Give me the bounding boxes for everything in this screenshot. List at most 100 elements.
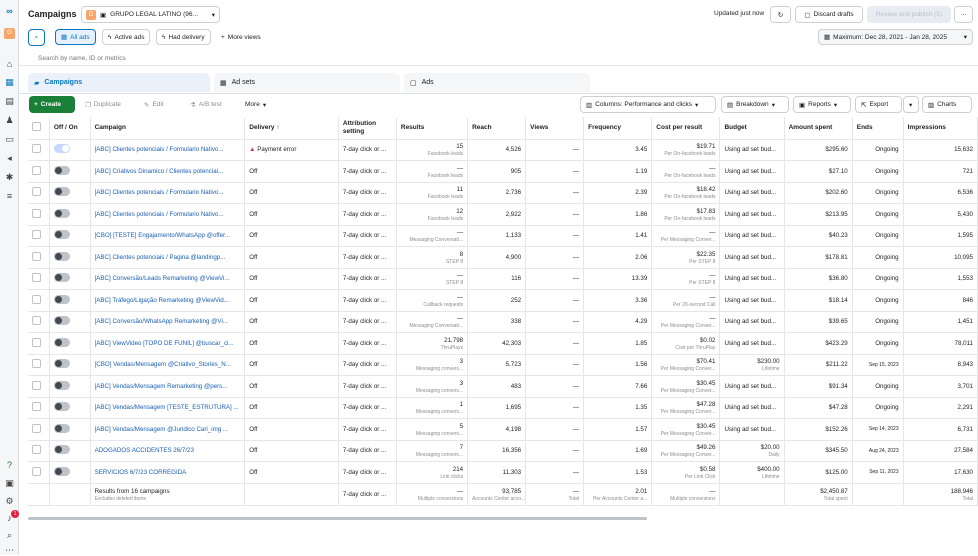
- row-toggle-cell[interactable]: [49, 461, 91, 484]
- campaign-name[interactable]: [ABC] Vendas/Mensagem @Juridico Cari_img…: [90, 418, 246, 441]
- billing-icon[interactable]: ▭: [4, 134, 15, 145]
- row-checkbox[interactable]: [32, 165, 41, 175]
- audiences-icon[interactable]: ♟: [4, 115, 15, 126]
- row-toggle-cell[interactable]: [49, 139, 91, 161]
- header-campaign[interactable]: Campaign: [90, 117, 246, 140]
- table-row[interactable]: [ABC] Vendas/Mensagem [TESTE_ESTRUTURA] …: [28, 397, 978, 419]
- campaign-name[interactable]: [ABC] Clientes potenciais / Pagina @land…: [90, 246, 246, 269]
- campaign-name[interactable]: [ABC] Vendas/Mensagem Remarketing @pers.…: [90, 375, 246, 398]
- row-select-cell[interactable]: [28, 139, 50, 161]
- campaign-name[interactable]: SERVICIOS 6/7/23 CORREGIDA: [90, 461, 246, 484]
- row-select-cell[interactable]: [28, 397, 50, 419]
- more-icon[interactable]: ⋯: [4, 545, 15, 556]
- date-range-picker[interactable]: ▦ Maximum: Dec 28, 2021 - Jan 28, 2025 ▾: [818, 29, 973, 45]
- on-off-toggle[interactable]: [53, 208, 70, 218]
- menu-icon[interactable]: ≡: [4, 191, 15, 202]
- row-toggle-cell[interactable]: [49, 440, 91, 462]
- campaign-name[interactable]: [ABC] Clientes potenciais / Formulario N…: [90, 139, 246, 161]
- table-row[interactable]: [ABC] Clientes potenciais / Formulario N…: [28, 139, 978, 161]
- ab-test-button[interactable]: ⚗ A/B test: [185, 96, 227, 113]
- table-row[interactable]: [ABC] Clientes potenciais / Formulario N…: [28, 182, 978, 204]
- export-dropdown-button[interactable]: ▾: [903, 96, 919, 113]
- row-toggle-cell[interactable]: [49, 289, 91, 312]
- row-checkbox[interactable]: [32, 208, 41, 218]
- row-checkbox[interactable]: [32, 445, 41, 455]
- search-input[interactable]: [38, 52, 438, 64]
- row-select-cell[interactable]: [28, 182, 50, 204]
- header-cost-per-result[interactable]: Cost per result: [651, 117, 721, 140]
- header-select-all[interactable]: [28, 117, 50, 140]
- row-toggle-cell[interactable]: [49, 203, 91, 226]
- row-select-cell[interactable]: [28, 289, 50, 312]
- row-checkbox[interactable]: [32, 466, 41, 476]
- row-checkbox[interactable]: [32, 337, 41, 347]
- table-icon[interactable]: ▦: [4, 77, 15, 88]
- table-row[interactable]: [ABC] ViewVideo [TOPO DE FUNIL] @buscar_…: [28, 332, 978, 355]
- row-select-cell[interactable]: [28, 375, 50, 398]
- header-views[interactable]: Views: [525, 117, 585, 140]
- tab-ad-sets[interactable]: ▦ Ad sets: [214, 73, 400, 92]
- row-toggle-cell[interactable]: [49, 268, 91, 290]
- on-off-toggle[interactable]: [53, 337, 70, 347]
- discard-drafts-button[interactable]: ▢ Discard drafts: [795, 6, 863, 23]
- table-row[interactable]: [ABC] Clientes potenciais / Pagina @land…: [28, 246, 978, 269]
- refresh-button[interactable]: ↻: [770, 6, 791, 23]
- settings-icon[interactable]: ⚙: [4, 496, 15, 507]
- row-toggle-cell[interactable]: [49, 311, 91, 333]
- row-toggle-cell[interactable]: [49, 246, 91, 269]
- header-budget[interactable]: Budget: [719, 117, 785, 140]
- row-select-cell[interactable]: [28, 440, 50, 462]
- campaign-name[interactable]: [ABC] Tráfego/Ligação Remarketing @ViewV…: [90, 289, 246, 312]
- table-row[interactable]: [ABC] Conversão/WhatsApp Remarketing @Vi…: [28, 311, 978, 333]
- on-off-toggle[interactable]: [53, 445, 70, 455]
- row-checkbox[interactable]: [32, 423, 41, 433]
- campaign-name[interactable]: [ABC] Conversão/Leads Remarketing @ViewV…: [90, 268, 246, 290]
- all-ads-chip[interactable]: ▦ All ads: [55, 29, 96, 45]
- charts-button[interactable]: ▨ Charts: [922, 96, 972, 113]
- had-delivery-chip[interactable]: ϟ Had delivery: [156, 29, 211, 45]
- search-icon[interactable]: ⌕: [4, 530, 15, 541]
- columns-button[interactable]: ▥ Columns: Performance and clicks ▾: [580, 96, 716, 113]
- row-toggle-cell[interactable]: [49, 397, 91, 419]
- account-selector[interactable]: G ▣ GRUPO LEGAL LATINO (96... ▾: [81, 6, 220, 23]
- header-ends[interactable]: Ends: [852, 117, 904, 140]
- row-checkbox[interactable]: [32, 316, 41, 326]
- campaign-name[interactable]: [CBO] Vendas/Mensagem @Criativo_Stories_…: [90, 354, 246, 376]
- row-toggle-cell[interactable]: [49, 160, 91, 183]
- row-select-cell[interactable]: [28, 461, 50, 484]
- row-select-cell[interactable]: [28, 246, 50, 269]
- pages-icon[interactable]: ▤: [4, 96, 15, 107]
- create-button[interactable]: + Create: [29, 96, 75, 113]
- row-select-cell[interactable]: [28, 332, 50, 355]
- header-attribution[interactable]: Attribution setting: [338, 117, 397, 140]
- row-checkbox[interactable]: [32, 402, 41, 412]
- row-select-cell[interactable]: [28, 268, 50, 290]
- row-checkbox[interactable]: [32, 273, 41, 283]
- row-select-cell[interactable]: [28, 203, 50, 226]
- reports-button[interactable]: ▣ Reports ▾: [793, 96, 851, 113]
- export-button[interactable]: ⇱ Export: [855, 96, 902, 113]
- table-row[interactable]: [ABC] Vendas/Mensagem Remarketing @pers.…: [28, 375, 978, 398]
- on-off-toggle[interactable]: [53, 423, 70, 433]
- row-toggle-cell[interactable]: [49, 375, 91, 398]
- row-checkbox[interactable]: [32, 187, 41, 197]
- breakdown-button[interactable]: ▤ Breakdown ▾: [721, 96, 789, 113]
- table-row[interactable]: [ABC] Clientes potenciais / Formulario N…: [28, 203, 978, 226]
- more-views-button[interactable]: + More views: [216, 29, 266, 45]
- table-row[interactable]: ADOGADOS ACCIDENTES 26/7/23 Off 7-day clic…: [28, 440, 978, 462]
- more-actions-button[interactable]: More ▾: [240, 96, 271, 113]
- home-icon[interactable]: ⌂: [4, 59, 15, 70]
- account-avatar-icon[interactable]: G: [4, 28, 15, 39]
- row-checkbox[interactable]: [32, 294, 41, 304]
- row-checkbox[interactable]: [32, 251, 41, 261]
- events-icon[interactable]: ✱: [4, 172, 15, 183]
- duplicate-button[interactable]: ❐ Duplicate: [80, 96, 126, 113]
- on-off-toggle[interactable]: [53, 230, 70, 240]
- more-options-button[interactable]: ···: [954, 6, 973, 23]
- header-amount-spent[interactable]: Amount spent: [784, 117, 853, 140]
- header-reach[interactable]: Reach: [467, 117, 527, 140]
- campaign-name[interactable]: [ABC] Conversão/WhatsApp Remarketing @Vi…: [90, 311, 246, 333]
- campaign-name[interactable]: [CBO] [TESTE] Engajamento/WhatsApp @offe…: [90, 225, 246, 247]
- on-off-toggle[interactable]: [53, 165, 70, 175]
- on-off-toggle[interactable]: [53, 144, 70, 154]
